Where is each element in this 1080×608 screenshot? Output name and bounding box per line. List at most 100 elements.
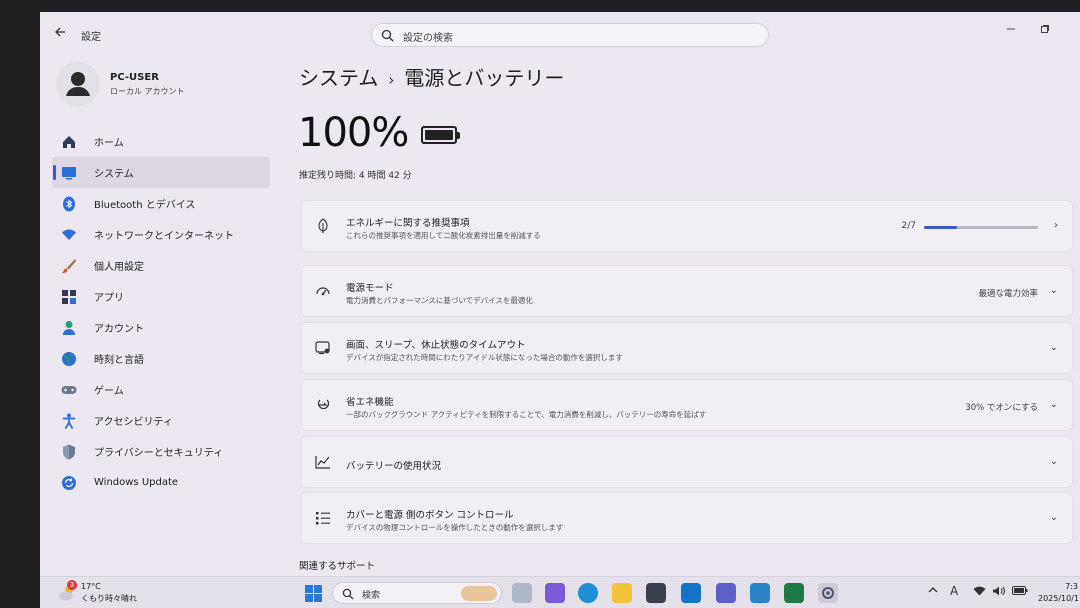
taskbar-search-box[interactable]: 検索	[332, 582, 502, 604]
sidebar-item-label: Windows Update	[94, 477, 179, 488]
recommendations-progress-bar	[924, 226, 1038, 229]
sidebar-item-label: ホーム	[94, 138, 124, 149]
lid-power-button-controls-card[interactable]: カバーと電源 側のボタン コントロール デバイスの物理コントロールを操作したとき…	[301, 492, 1073, 544]
chevron-down-icon: ⌄	[1049, 342, 1058, 353]
battery-tray-icon[interactable]	[1012, 586, 1028, 598]
tray-overflow-chevron-icon[interactable]	[928, 586, 938, 597]
breadcrumb-parent[interactable]: システム	[299, 66, 378, 90]
update-icon	[60, 474, 78, 492]
battery-fill	[425, 130, 453, 140]
sidebar-item-label: アクセシビリティ	[94, 417, 173, 428]
card-title: 電源モード	[346, 283, 394, 294]
power-mode-card[interactable]: 電源モード 電力消費とパフォーマンスに基づいてデバイスを最適化 最適な電力効率 …	[301, 265, 1073, 317]
leaf-icon	[314, 217, 332, 235]
related-support-heading: 関連するサポート	[299, 561, 376, 572]
sidebar-item-label: 個人用設定	[94, 262, 144, 273]
card-title: 省エネ機能	[346, 397, 394, 408]
task-view-icon[interactable]	[512, 583, 532, 603]
outlook-icon[interactable]	[681, 583, 701, 603]
edge-icon[interactable]	[578, 583, 598, 603]
weather-alert-badge: 3	[67, 580, 77, 590]
sidebar-item-privacy-security[interactable]: プライバシーとセキュリティ	[52, 436, 270, 467]
sidebar-item-home[interactable]: ホーム	[52, 126, 270, 157]
microsoft-store-icon[interactable]	[646, 583, 666, 603]
copilot-icon[interactable]	[545, 583, 565, 603]
taskbar-search-placeholder: 検索	[362, 591, 381, 601]
battery-tip	[457, 132, 460, 139]
gamepad-icon	[60, 381, 78, 399]
remaining-time: 推定残り時間: 4 時間 42 分	[299, 171, 412, 181]
card-subtitle: 一部のバックグラウンド アクティビティを制限することで、電力消費を削減し、バッテ…	[346, 410, 707, 419]
search-icon	[342, 588, 354, 600]
sidebar-item-label: アプリ	[94, 293, 124, 304]
card-title: バッテリーの使用状況	[346, 461, 442, 472]
recommendations-progress-text: 2/7	[901, 221, 916, 231]
sidebar-item-network[interactable]: ネットワークとインターネット	[52, 219, 270, 250]
clock-time: 7:3	[1065, 582, 1078, 591]
sidebar-nav: ホーム システム Bluetooth とデバイス ネットワークとインターネット …	[52, 126, 270, 498]
search-placeholder: 設定の検索	[403, 33, 453, 44]
sidebar-item-time-language[interactable]: 時刻と言語	[52, 343, 270, 374]
chevron-down-icon: ⌄	[1049, 456, 1058, 467]
weather-description: くもり時々晴れ	[81, 594, 137, 603]
settings-gear-icon[interactable]	[818, 583, 838, 603]
bezel-left	[0, 0, 40, 608]
minimize-button[interactable]	[1006, 24, 1016, 37]
sidebar-item-accessibility[interactable]: アクセシビリティ	[52, 405, 270, 436]
volume-icon[interactable]	[992, 586, 1005, 599]
maximize-button[interactable]	[1040, 24, 1050, 37]
account-icon	[60, 319, 78, 337]
teams-icon[interactable]	[716, 583, 736, 603]
card-subtitle: デバイスが指定された時間にわたりアイドル状態になった場合の動作を選択します	[346, 353, 623, 362]
sidebar-item-personalization[interactable]: 個人用設定	[52, 250, 270, 281]
sidebar-item-windows-update[interactable]: Windows Update	[52, 467, 270, 498]
sidebar-item-label: ネットワークとインターネット	[94, 231, 234, 242]
recommendations-progress-fill	[924, 226, 957, 229]
bluetooth-icon	[60, 195, 78, 213]
controls-icon	[314, 509, 332, 527]
taskbar: 3 17°C くもり時々晴れ 検索 A 7:3 2025/10/1	[40, 576, 1080, 608]
settings-search-input[interactable]: 設定の検索	[371, 23, 769, 47]
screen-sleep-timeout-card[interactable]: 画面、スリープ、休止状態のタイムアウト デバイスが指定された時間にわたりアイドル…	[301, 322, 1073, 374]
chevron-down-icon: ⌄	[1049, 399, 1058, 410]
health-app-icon[interactable]	[750, 583, 770, 603]
energy-saver-card[interactable]: 省エネ機能 一部のバックグラウンド アクティビティを制限することで、電力消費を削…	[301, 379, 1073, 431]
energy-saver-icon	[314, 396, 332, 414]
search-highlight-image	[461, 586, 497, 601]
screen-sleep-icon	[314, 339, 332, 357]
sidebar-item-accounts[interactable]: アカウント	[52, 312, 270, 343]
file-explorer-icon[interactable]	[612, 583, 632, 603]
user-avatar-icon	[66, 72, 90, 96]
energy-saver-threshold-select[interactable]: 30% でオンにする	[965, 401, 1038, 413]
excel-icon[interactable]	[784, 583, 804, 603]
avatar[interactable]	[56, 62, 100, 106]
ime-indicator[interactable]: A	[950, 584, 958, 598]
taskbar-clock[interactable]: 7:3 2025/10/1	[1038, 581, 1079, 605]
wifi-icon[interactable]	[973, 586, 986, 599]
settings-window: 設定 設定の検索 PC-USER ローカル アカウント ホーム システム Blu…	[40, 12, 1080, 608]
sidebar-item-gaming[interactable]: ゲーム	[52, 374, 270, 405]
sidebar-item-bluetooth[interactable]: Bluetooth とデバイス	[52, 188, 270, 219]
battery-icon	[421, 126, 460, 144]
app-title: 設定	[81, 32, 101, 43]
energy-recommendations-card[interactable]: エネルギーに関する推奨事項 これらの推奨事項を適用して二酸化炭素排出量を削減する…	[301, 200, 1073, 252]
bezel-top	[0, 0, 1080, 12]
back-button[interactable]	[54, 26, 68, 40]
gear-glyph	[822, 587, 834, 599]
title-bar: 設定 設定の検索	[40, 12, 1080, 54]
sidebar-item-system[interactable]: システム	[52, 157, 270, 188]
battery-usage-card[interactable]: バッテリーの使用状況 ⌄	[301, 436, 1073, 488]
profile-name: PC-USER	[110, 72, 159, 83]
sidebar-item-apps[interactable]: アプリ	[52, 281, 270, 312]
sidebar-item-label: システム	[94, 169, 134, 180]
windows-logo-icon	[305, 585, 322, 602]
sidebar-item-label: Bluetooth とデバイス	[94, 200, 196, 211]
battery-percentage: 100%	[298, 110, 409, 156]
chevron-down-icon: ⌄	[1049, 512, 1058, 523]
globe-icon	[60, 350, 78, 368]
sidebar-item-label: アカウント	[94, 324, 144, 335]
start-button[interactable]	[305, 585, 322, 606]
clock-date: 2025/10/1	[1038, 594, 1080, 603]
power-mode-icon	[314, 282, 332, 300]
power-mode-select[interactable]: 最適な電力効率	[978, 287, 1038, 299]
